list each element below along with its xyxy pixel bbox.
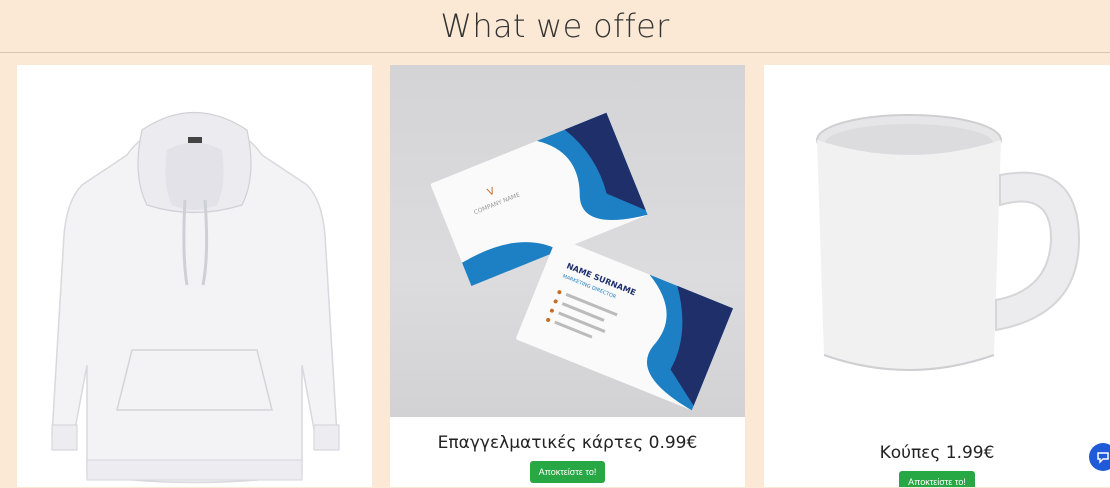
section-title: What we offer	[440, 7, 670, 45]
product-title: Κούπες 1.99€	[879, 443, 995, 463]
product-card-hoodie[interactable]	[17, 65, 372, 487]
get-it-button[interactable]: Αποκτείστε το!	[899, 471, 975, 487]
chat-icon[interactable]	[1089, 443, 1110, 471]
get-it-button[interactable]: Αποκτείστε το!	[529, 461, 606, 483]
product-title: Επαγγελματικές κάρτες 0.99€	[437, 433, 698, 453]
mug-image[interactable]	[764, 65, 1110, 487]
product-footer: Επαγγελματικές κάρτες 0.99€ Αποκτείστε τ…	[390, 417, 745, 487]
hoodie-image[interactable]	[17, 65, 372, 487]
product-footer: Κούπες 1.99€ Αποκτείστε το!	[764, 427, 1110, 487]
section-header: What we offer	[0, 0, 1110, 53]
business-cards-image[interactable]: COMPANY NAME V NAME SURNAME MARKETING DI…	[390, 65, 745, 417]
product-card-mug[interactable]: Κούπες 1.99€ Αποκτείστε το!	[764, 65, 1110, 487]
product-card-business-cards[interactable]: COMPANY NAME V NAME SURNAME MARKETING DI…	[390, 65, 745, 487]
